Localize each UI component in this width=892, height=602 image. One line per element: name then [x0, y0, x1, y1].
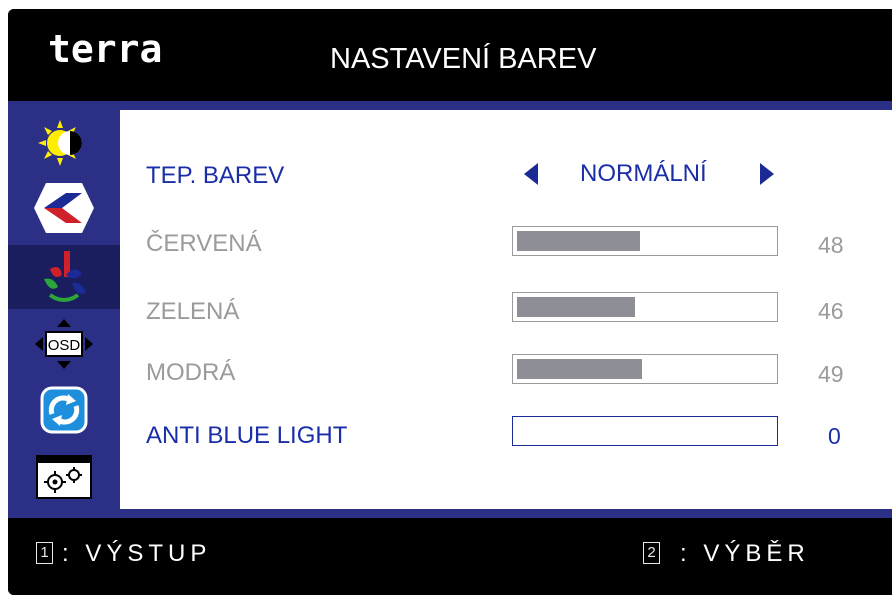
green-slider-fill: [517, 297, 635, 317]
misc-setting-icon: [36, 455, 92, 499]
exit-hint: : VÝSTUP: [62, 540, 212, 567]
anti-blue-light-value: 0: [828, 423, 841, 449]
red-slider[interactable]: [512, 226, 778, 256]
footer-divider: [8, 509, 892, 518]
blue-label: MODRÁ: [146, 359, 236, 386]
sidebar-item-osd[interactable]: OSD: [8, 312, 120, 376]
sidebar: OSD: [8, 110, 120, 509]
blue-slider-fill: [517, 359, 642, 379]
sidebar-item-brightness[interactable]: [8, 110, 120, 174]
red-value: 48: [818, 232, 844, 258]
red-slider-fill: [517, 231, 640, 251]
sidebar-item-misc[interactable]: [8, 444, 120, 508]
osd-setting-icon: OSD: [35, 319, 93, 369]
brightness-contrast-icon: [38, 120, 82, 166]
color-temp-prev-arrow[interactable]: [524, 163, 538, 185]
sidebar-item-color[interactable]: [8, 245, 120, 309]
image-setting-icon: [34, 183, 94, 233]
osd-header: terra NASTAVENÍ BAREV: [8, 9, 892, 101]
color-temp-label[interactable]: TEP. BAREV: [146, 162, 284, 190]
green-value: 46: [818, 298, 844, 324]
color-settings-panel: TEP. BAREV NORMÁLNÍ ČERVENÁ 48 ZELENÁ 46…: [120, 110, 892, 509]
anti-blue-light-slider[interactable]: [512, 416, 778, 446]
svg-text:OSD: OSD: [48, 337, 81, 354]
anti-blue-light-label[interactable]: ANTI BLUE LIGHT: [146, 422, 347, 450]
key-1-icon: 1: [36, 542, 53, 564]
osd-menu: terra NASTAVENÍ BAREV OSD TEP. BAREV NOR…: [8, 9, 892, 595]
blue-value: 49: [818, 361, 844, 387]
osd-footer: 1 : VÝSTUP 2 : VÝBĚR: [8, 518, 892, 595]
green-slider[interactable]: [512, 292, 778, 322]
color-temp-next-arrow[interactable]: [760, 163, 774, 185]
red-label: ČERVENÁ: [146, 230, 262, 257]
header-divider: [8, 101, 892, 110]
select-hint: : VÝBĚR: [680, 540, 810, 567]
sidebar-item-reset[interactable]: [8, 378, 120, 442]
sidebar-item-image[interactable]: [8, 176, 120, 240]
color-temp-value[interactable]: NORMÁLNÍ: [580, 160, 707, 188]
green-label: ZELENÁ: [146, 298, 240, 325]
key-2-icon: 2: [643, 542, 660, 564]
page-title: NASTAVENÍ BAREV: [330, 43, 597, 75]
color-setting-icon: [44, 251, 86, 302]
blue-slider[interactable]: [512, 354, 778, 384]
reset-icon: [40, 386, 88, 434]
brand-logo: terra: [48, 27, 163, 71]
